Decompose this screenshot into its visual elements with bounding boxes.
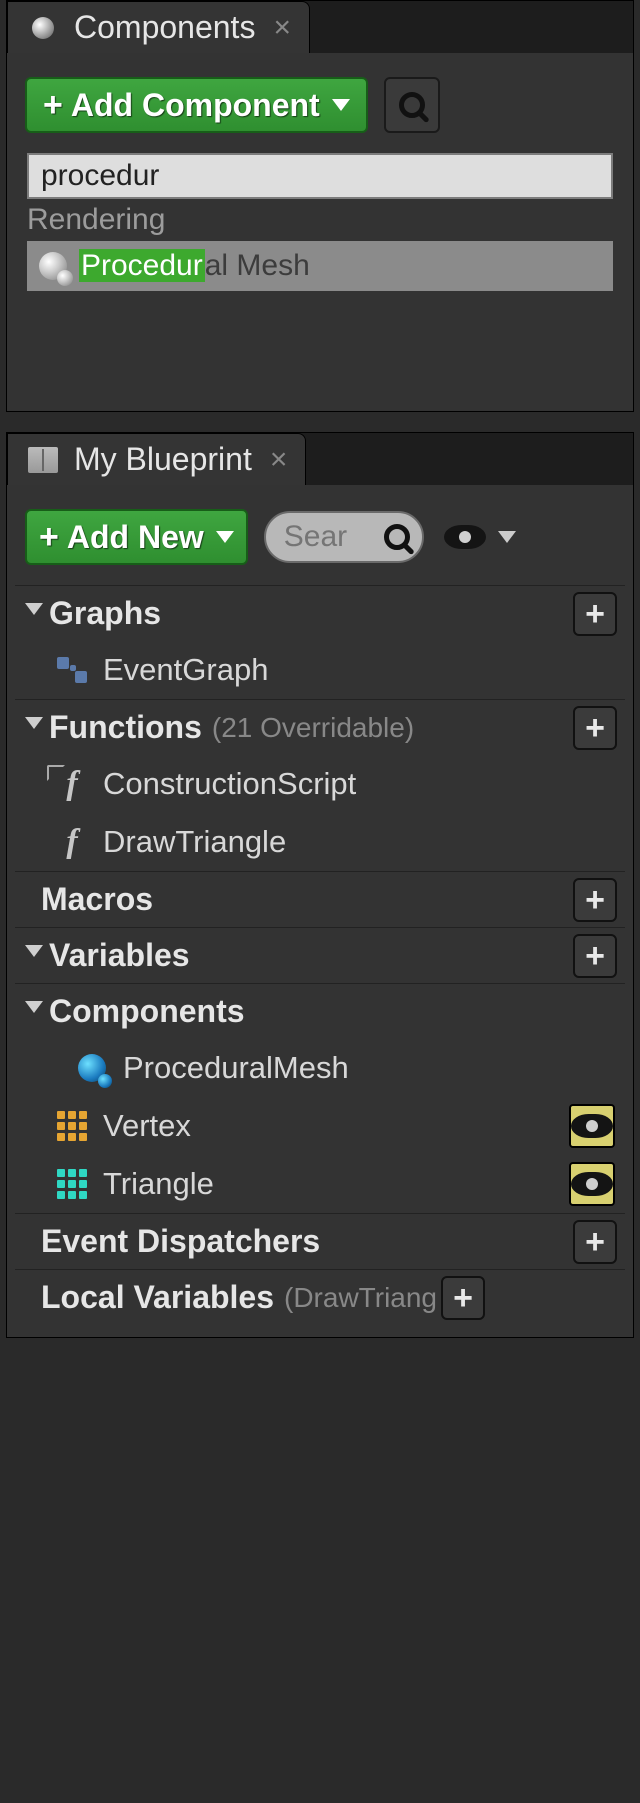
add-new-button[interactable]: + Add New	[25, 509, 248, 565]
section-macros[interactable]: Macros +	[15, 871, 625, 927]
search-components-button[interactable]	[384, 77, 440, 133]
item-drawtriangle[interactable]: f DrawTriangle	[15, 813, 625, 871]
my-blueprint-panel: My Blueprint × + Add New Graphs + EventG…	[6, 432, 634, 1338]
caret-down-icon	[498, 531, 516, 543]
add-component-button[interactable]: + Add Component	[25, 77, 368, 133]
item-proceduralmesh[interactable]: ProceduralMesh	[15, 1039, 625, 1097]
components-panel: Components × + Add Component procedur Re…	[6, 0, 634, 412]
collapse-icon	[25, 717, 43, 738]
item-eventgraph[interactable]: EventGraph	[15, 641, 625, 699]
component-icon	[75, 1051, 109, 1085]
visibility-toggle[interactable]	[569, 1162, 615, 1206]
blueprint-toolbar: + Add New	[7, 485, 633, 585]
blueprint-search-input[interactable]	[284, 520, 374, 554]
add-local-variable-button[interactable]: +	[441, 1276, 485, 1320]
eye-icon	[571, 1172, 613, 1196]
plus-icon: +	[43, 86, 63, 125]
category-rendering: Rendering	[7, 199, 633, 241]
caret-down-icon	[332, 99, 350, 111]
add-variable-button[interactable]: +	[573, 934, 617, 978]
blueprint-tab-icon	[26, 445, 60, 475]
blueprint-search[interactable]	[264, 511, 424, 563]
result-text: Procedural Mesh	[79, 249, 310, 283]
blueprint-tree: Graphs + EventGraph Functions (21 Overri…	[7, 585, 633, 1337]
add-function-button[interactable]: +	[573, 706, 617, 750]
add-graph-button[interactable]: +	[573, 592, 617, 636]
section-event-dispatchers[interactable]: Event Dispatchers +	[15, 1213, 625, 1269]
section-components[interactable]: Components	[15, 983, 625, 1039]
tabbar: My Blueprint ×	[7, 433, 633, 485]
item-triangle[interactable]: Triangle	[15, 1155, 625, 1213]
tab-title: Components	[74, 9, 255, 46]
section-variables[interactable]: Variables +	[15, 927, 625, 983]
close-icon[interactable]: ×	[266, 443, 292, 477]
eventgraph-icon	[55, 653, 89, 687]
search-icon	[399, 92, 425, 118]
section-functions[interactable]: Functions (21 Overridable) +	[15, 699, 625, 755]
caret-down-icon	[216, 531, 234, 543]
mesh-component-icon	[39, 252, 67, 280]
eye-icon	[444, 525, 486, 549]
components-tab-icon	[26, 13, 60, 43]
component-search-field[interactable]: procedur	[27, 153, 613, 199]
array-icon	[55, 1167, 89, 1201]
view-options-button[interactable]	[440, 525, 520, 549]
collapse-icon	[25, 1001, 43, 1022]
add-macro-button[interactable]: +	[573, 878, 617, 922]
function-override-icon: f	[55, 767, 89, 801]
tabbar: Components ×	[7, 1, 633, 53]
function-icon: f	[55, 825, 89, 859]
add-component-label: Add Component	[71, 87, 320, 124]
visibility-toggle[interactable]	[569, 1104, 615, 1148]
item-vertex[interactable]: Vertex	[15, 1097, 625, 1155]
section-graphs[interactable]: Graphs +	[15, 585, 625, 641]
close-icon[interactable]: ×	[269, 11, 295, 45]
section-local-variables[interactable]: Local Variables (DrawTriang +	[15, 1269, 625, 1325]
array-icon	[55, 1109, 89, 1143]
search-result-procedural-mesh[interactable]: Procedural Mesh	[27, 241, 613, 291]
components-tab[interactable]: Components ×	[7, 1, 310, 53]
eye-icon	[571, 1114, 613, 1138]
components-toolbar: + Add Component	[7, 53, 633, 153]
collapse-icon	[25, 945, 43, 966]
add-new-label: Add New	[67, 519, 204, 556]
collapse-icon	[25, 603, 43, 624]
search-icon	[384, 524, 410, 550]
tab-title: My Blueprint	[74, 441, 252, 478]
add-event-dispatcher-button[interactable]: +	[573, 1220, 617, 1264]
my-blueprint-tab[interactable]: My Blueprint ×	[7, 433, 306, 485]
item-constructionscript[interactable]: f ConstructionScript	[15, 755, 625, 813]
search-value: procedur	[41, 159, 159, 193]
plus-icon: +	[39, 518, 59, 557]
